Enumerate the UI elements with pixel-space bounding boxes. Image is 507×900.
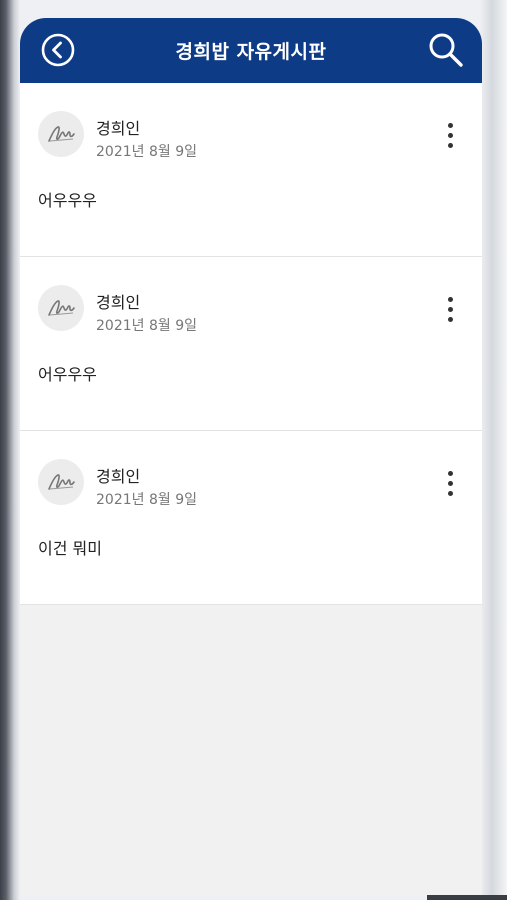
search-button[interactable] [424,28,468,72]
avatar [38,459,84,505]
more-options-button[interactable] [438,117,462,153]
post-content: 어우우우 [38,365,97,384]
post-content: 이건 뭐미 [38,539,102,558]
post-card[interactable]: 경희인 2021년 8월 9일 어우우우 [20,257,482,431]
avatar [38,285,84,331]
more-options-button[interactable] [438,291,462,327]
post-date: 2021년 8월 9일 [96,318,197,334]
more-vert-icon [447,296,453,302]
post-date: 2021년 8월 9일 [96,144,197,160]
post-author: 경희인 [96,467,141,486]
more-options-button[interactable] [438,465,462,501]
post-list: 경희인 2021년 8월 9일 어우우우 경희인 2021년 8월 9일 어우우… [20,83,482,605]
post-content: 어우우우 [38,191,97,210]
back-button[interactable] [38,30,78,70]
chevron-left-circle-icon [41,33,75,67]
signature-logo-icon [48,300,75,316]
search-icon [429,33,463,67]
device-frame: 경희밥 자유게시판 경희인 2021년 8월 9일 어우우우 경희인 2021년… [0,0,507,900]
app-bar: 경희밥 자유게시판 [20,18,482,83]
post-card[interactable]: 경희인 2021년 8월 9일 어우우우 [20,83,482,257]
post-author: 경희인 [96,119,141,138]
post-author: 경희인 [96,293,141,312]
avatar [38,111,84,157]
post-date: 2021년 8월 9일 [96,492,197,508]
post-card[interactable]: 경희인 2021년 8월 9일 이건 뭐미 [20,431,482,605]
signature-logo-icon [48,474,75,490]
more-vert-icon [447,470,453,476]
signature-logo-icon [48,126,75,142]
device-edge [427,895,507,900]
page-title: 경희밥 자유게시판 [175,41,327,63]
app-screen: 경희밥 자유게시판 경희인 2021년 8월 9일 어우우우 경희인 2021년… [20,18,482,896]
more-vert-icon [447,122,453,128]
